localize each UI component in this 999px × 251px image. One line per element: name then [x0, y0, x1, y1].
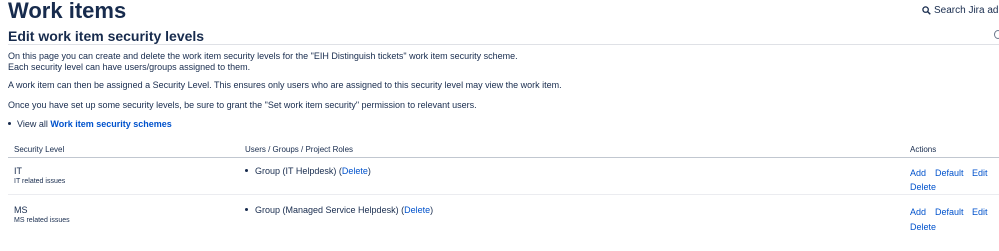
paren-close: ): [430, 205, 434, 215]
paren-close: ): [367, 166, 371, 176]
title-divider: [8, 44, 999, 45]
table-header-divider: [8, 157, 999, 158]
member-entry: Group (Managed Service Helpdesk) (Delete…: [245, 205, 433, 215]
section-title: Edit work item security levels: [8, 28, 205, 44]
delete-level-link[interactable]: Delete: [910, 222, 936, 232]
edit-level-link[interactable]: Edit: [972, 207, 988, 217]
delete-member-link[interactable]: Delete: [342, 166, 368, 176]
search-admin-button[interactable]: Search Jira admin: [922, 5, 999, 16]
bullet: [245, 208, 248, 212]
delete-level-link[interactable]: Delete: [910, 182, 936, 192]
add-member-link[interactable]: Add: [910, 168, 926, 178]
security-level-description: IT related issues: [14, 178, 66, 185]
bullet: [8, 122, 11, 126]
help-icon[interactable]: [994, 30, 999, 39]
page-title: Work items: [8, 0, 127, 23]
permission-paragraph: Once you have set up some security level…: [8, 100, 477, 110]
security-level-name: IT: [14, 166, 22, 176]
security-level-description: MS related issues: [14, 217, 70, 224]
edit-level-link[interactable]: Edit: [972, 168, 988, 178]
header-users-groups-roles: Users / Groups / Project Roles: [245, 145, 354, 154]
delete-member-link[interactable]: Delete: [404, 205, 430, 215]
row-divider: [8, 194, 999, 195]
member-name: Group (Managed Service Helpdesk): [255, 205, 399, 215]
search-icon: [922, 6, 931, 15]
intro-line-2: Each security level can have users/group…: [8, 62, 251, 72]
intro-paragraph: On this page you can create and delete t…: [8, 51, 518, 73]
view-all-item: View all Work item security schemes: [8, 119, 172, 130]
set-default-link[interactable]: Default: [935, 168, 964, 178]
header-security-level: Security Level: [14, 145, 65, 154]
add-member-link[interactable]: Add: [910, 207, 926, 217]
security-level-paragraph: A work item can then be assigned a Secur…: [8, 80, 562, 90]
search-label: Search Jira admin: [934, 5, 999, 16]
intro-line-1: On this page you can create and delete t…: [8, 51, 518, 61]
header-actions: Actions: [910, 145, 937, 154]
bullet: [245, 169, 248, 173]
member-name: Group (IT Helpdesk): [255, 166, 337, 176]
set-default-link[interactable]: Default: [935, 207, 964, 217]
security-schemes-link[interactable]: Work item security schemes: [50, 119, 171, 129]
security-level-name: MS: [14, 205, 28, 215]
view-all-prefix: View all: [17, 119, 48, 129]
member-entry: Group (IT Helpdesk) (Delete): [245, 166, 371, 176]
